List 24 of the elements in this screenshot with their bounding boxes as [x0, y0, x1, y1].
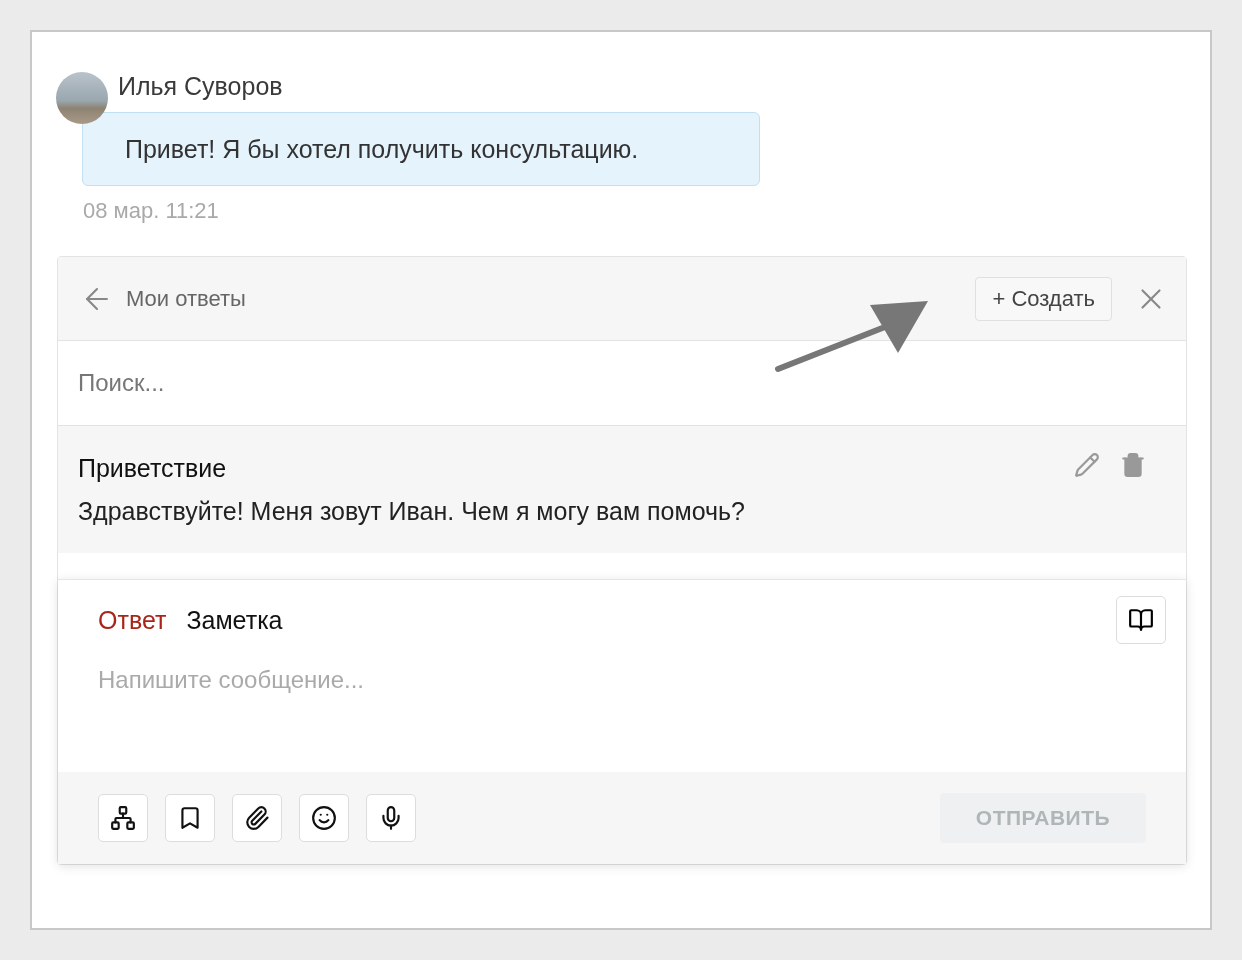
bookmark-button[interactable] [165, 794, 215, 842]
book-button[interactable] [1116, 596, 1166, 644]
microphone-button[interactable] [366, 794, 416, 842]
reply-template[interactable]: Приветствие Здравствуйте! Меня зовут Иван. Чем я могу вам помочь? [58, 426, 1186, 553]
template-text: Здравствуйте! Меня зовут Иван. Чем я могу вам помочь? [78, 497, 746, 526]
hierarchy-icon [110, 805, 136, 831]
paperclip-button[interactable] [232, 794, 282, 842]
message-bubble: Привет! Я бы хотел получить консультацию. [82, 112, 760, 186]
template-title: Приветствие [78, 454, 227, 483]
book-icon [1128, 607, 1154, 633]
author-name: Илья Суворов [118, 72, 283, 101]
composer-tab[interactable]: Заметка [186, 605, 283, 635]
smiley-button[interactable] [299, 794, 349, 842]
composer-tab[interactable]: Ответ [98, 605, 167, 635]
create-button[interactable]: + Создать [975, 276, 1112, 321]
paperclip-icon [244, 805, 270, 831]
hierarchy-button[interactable] [98, 794, 148, 842]
back-link[interactable]: Мои ответы [80, 281, 246, 316]
edit-icon[interactable] [1074, 452, 1100, 478]
delete-icon[interactable] [1120, 452, 1146, 478]
message-input[interactable]: Напишите сообщение... [58, 644, 1186, 772]
message-time: 08 мар. 11:21 [83, 198, 220, 224]
avatar-photo [56, 72, 108, 124]
smiley-icon [311, 805, 337, 831]
